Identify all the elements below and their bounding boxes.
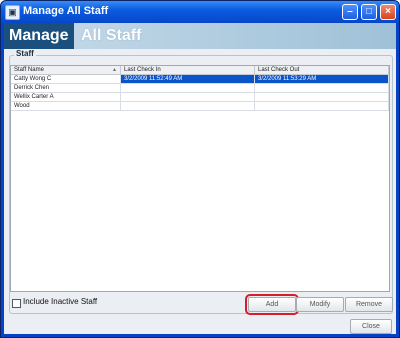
- close-button[interactable]: Close: [350, 319, 392, 334]
- cell-staff-name: Wood: [11, 102, 121, 110]
- cell-staff-name: Derrick Chen: [11, 84, 121, 92]
- cell-staff-name: Catty Wong C: [11, 75, 121, 83]
- window-title: Manage All Staff: [23, 5, 109, 17]
- column-header-staff-name[interactable]: Staff Name ▲: [11, 66, 121, 75]
- close-window-button[interactable]: ×: [380, 4, 396, 20]
- app-icon: ▣: [5, 5, 20, 20]
- cell-last-check-in: [121, 84, 255, 92]
- banner-all-staff: All Staff: [81, 27, 142, 44]
- sort-arrow-icon: ▲: [112, 67, 117, 73]
- manage-staff-window: ▣ Manage All Staff – □ × Manage All Staf…: [0, 0, 400, 338]
- maximize-button[interactable]: □: [361, 4, 377, 20]
- column-header-label: Staff Name: [14, 67, 44, 73]
- banner-manage: Manage: [4, 23, 74, 49]
- table-row[interactable]: Wellix Carter A: [11, 93, 389, 102]
- remove-button[interactable]: Remove: [345, 297, 393, 312]
- client-area: Manage All Staff Staff Staff Name ▲ Last…: [4, 23, 396, 334]
- cell-last-check-out: [255, 84, 389, 92]
- staff-table[interactable]: Staff Name ▲ Last Check In Last Check Ou…: [10, 65, 390, 292]
- cell-last-check-out: [255, 102, 389, 110]
- column-header-last-check-in[interactable]: Last Check In: [121, 66, 255, 75]
- column-header-last-check-out[interactable]: Last Check Out: [255, 66, 389, 75]
- table-row[interactable]: Catty Wong C 3/2/2009 11:52:49 AM 3/2/20…: [11, 75, 389, 84]
- table-row[interactable]: Derrick Chen: [11, 84, 389, 93]
- include-inactive-checkbox[interactable]: [12, 299, 21, 308]
- cell-staff-name: Wellix Carter A: [11, 93, 121, 101]
- table-row[interactable]: Wood: [11, 102, 389, 111]
- cell-last-check-in: 3/2/2009 11:52:49 AM: [121, 75, 255, 83]
- add-button[interactable]: Add: [245, 294, 299, 315]
- banner: Manage All Staff: [4, 23, 396, 49]
- cell-last-check-in: [121, 102, 255, 110]
- include-inactive-label[interactable]: Include Inactive Staff: [23, 297, 97, 306]
- cell-last-check-in: [121, 93, 255, 101]
- cell-last-check-out: 3/2/2009 11:53:29 AM: [255, 75, 389, 83]
- title-bar[interactable]: ▣ Manage All Staff – □ ×: [1, 1, 399, 23]
- minimize-button[interactable]: –: [342, 4, 358, 20]
- modify-button[interactable]: Modify: [296, 297, 344, 312]
- cell-last-check-out: [255, 93, 389, 101]
- staff-group-label: Staff: [14, 49, 36, 58]
